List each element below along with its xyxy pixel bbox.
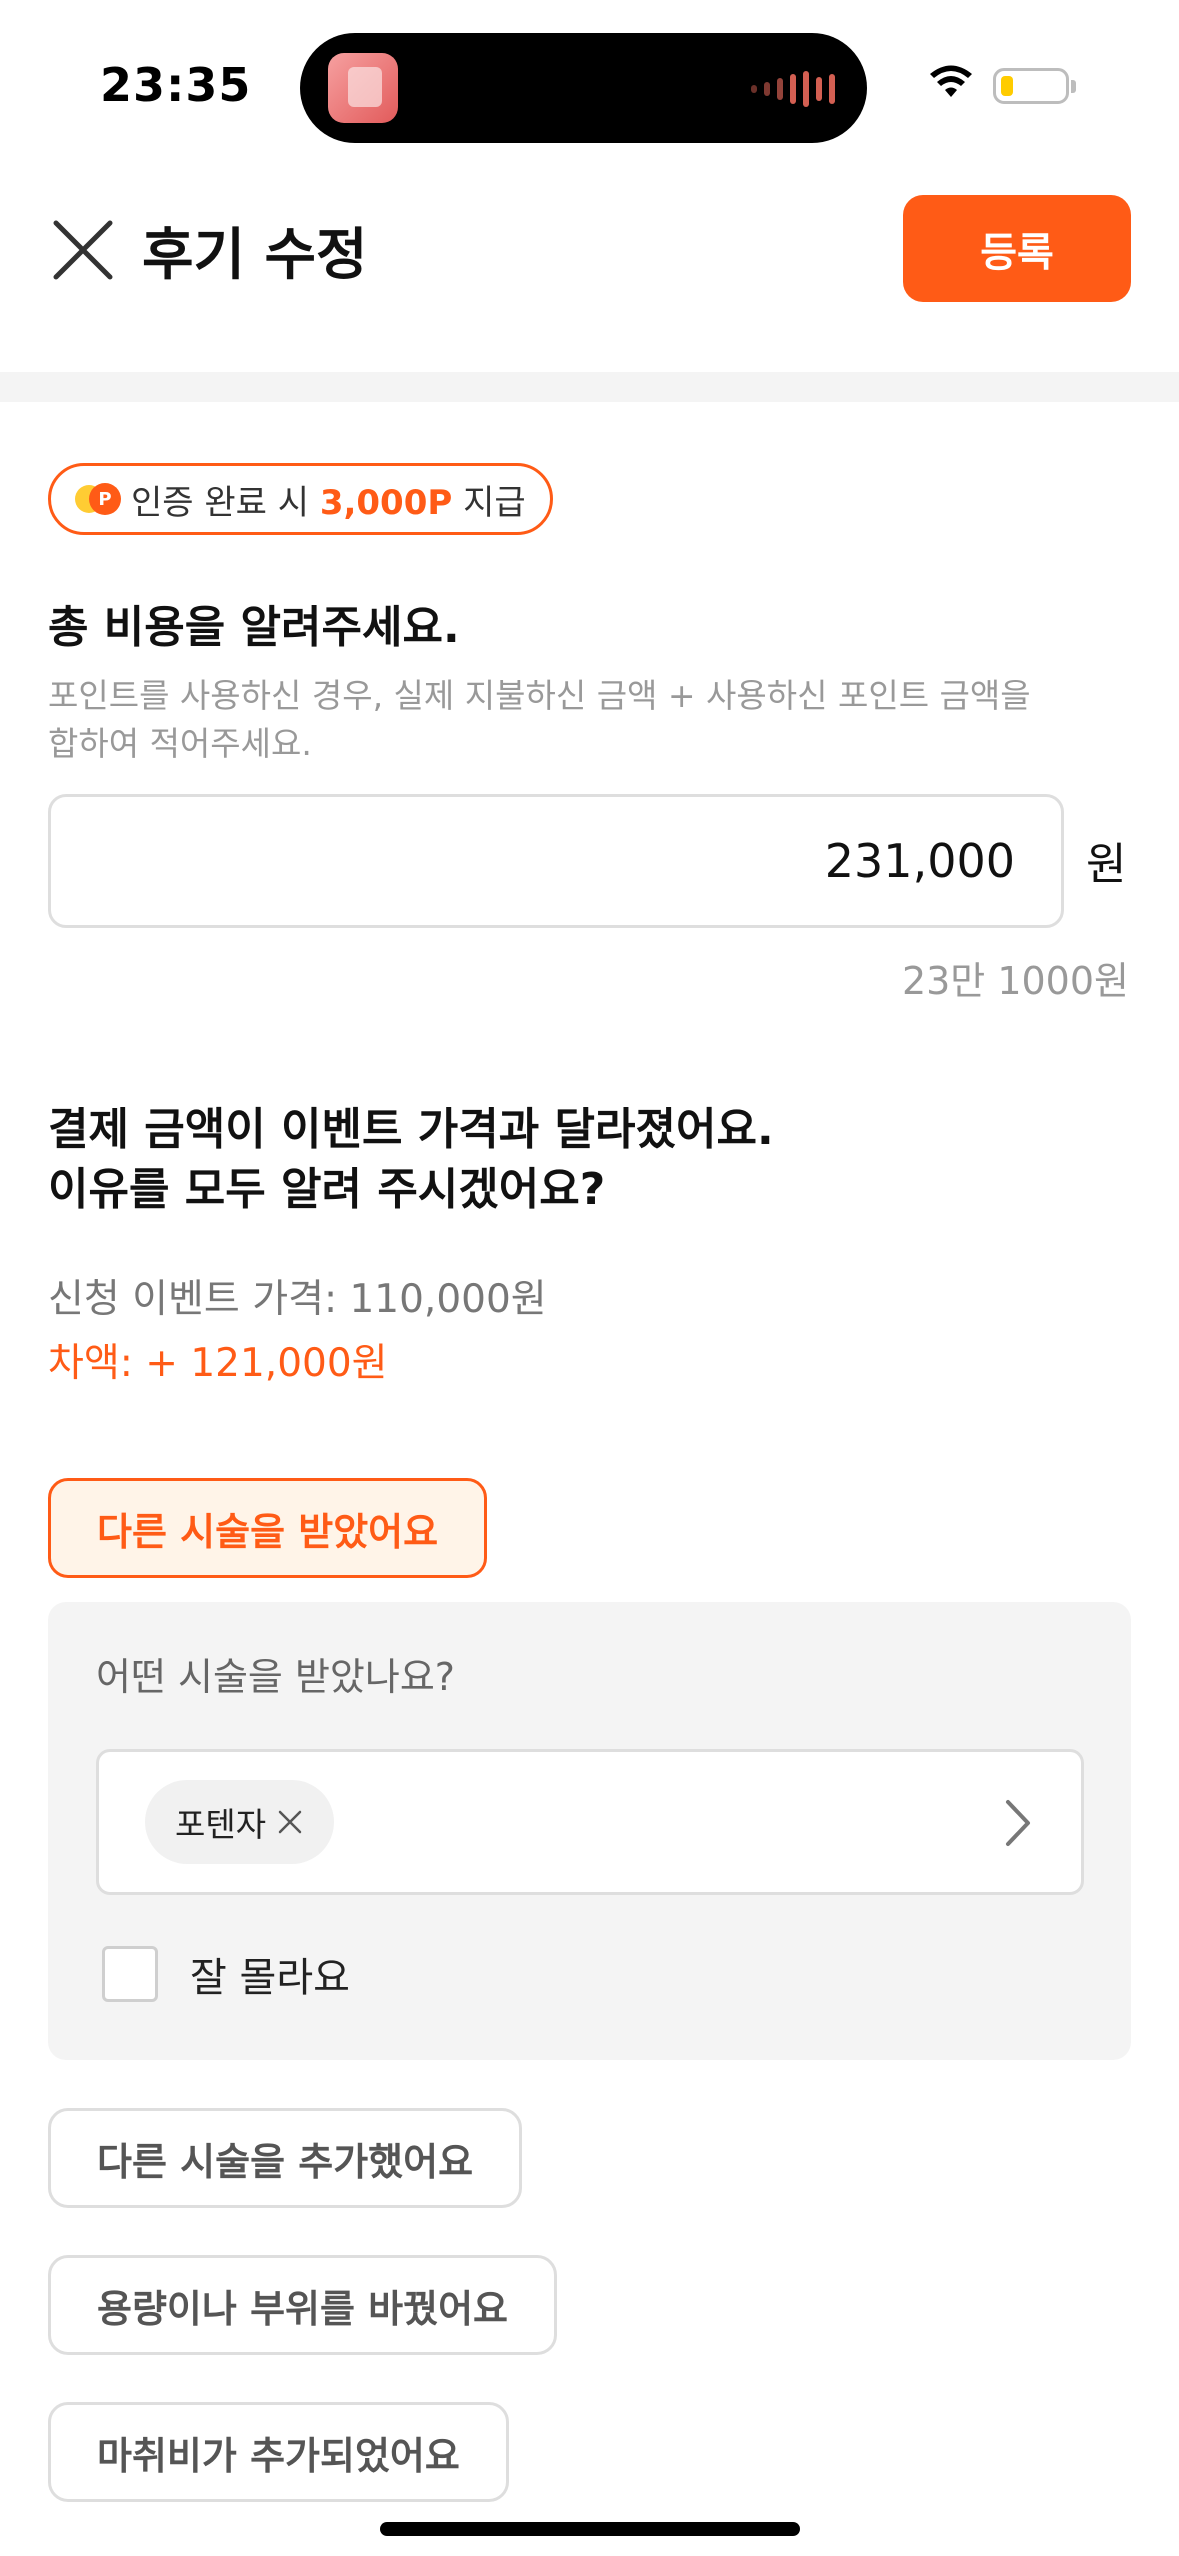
battery-tip: [1071, 80, 1076, 93]
reason-chip-different-procedure[interactable]: 다른 시술을 받았어요: [48, 1478, 488, 1578]
procedure-panel: 어떤 시술을 받았나요? 포텐자 잘 몰라요: [48, 1602, 1131, 2060]
unknown-checkbox-row[interactable]: 잘 몰라요: [102, 1945, 350, 2003]
point-reward-badge: P 인증 완료 시 3,000P 지급: [48, 463, 553, 535]
amount-in-korean: 23만 1000원: [901, 959, 1129, 1003]
remove-tag-icon[interactable]: [276, 1808, 304, 1836]
chevron-right-icon: [1006, 1800, 1030, 1846]
reason-chip-anesthesia-fee[interactable]: 마취비가 추가되었어요: [48, 2402, 509, 2502]
submit-button[interactable]: 등록: [903, 195, 1131, 302]
procedure-question: 어떤 시술을 받았나요?: [96, 1655, 455, 1699]
event-price-text: 신청 이벤트 가격: 110,000원: [48, 1277, 547, 1322]
point-badge-suffix: 지급: [452, 482, 526, 523]
price-diff-title-line2: 이유를 모두 알려 주시겠어요?: [48, 1164, 606, 1215]
dynamic-island[interactable]: [300, 33, 867, 143]
status-bar: 23:35: [0, 0, 1179, 170]
procedure-tag: 포텐자: [145, 1780, 335, 1864]
total-cost-title: 총 비용을 알려주세요.: [48, 602, 460, 653]
price-diff-title-line1: 결제 금액이 이벤트 가격과 달라졌어요.: [48, 1104, 774, 1155]
header: 후기 수정 등록: [0, 170, 1179, 370]
unknown-checkbox[interactable]: [102, 1946, 158, 2002]
price-difference-text: 차액: + 121,000원: [48, 1341, 388, 1386]
battery-level: [1001, 76, 1013, 96]
unknown-checkbox-label: 잘 몰라요: [190, 1955, 350, 2001]
point-amount: 3,000P: [319, 482, 453, 523]
amount-input[interactable]: [215, 797, 1015, 925]
status-time: 23:35: [100, 58, 252, 112]
total-cost-subtitle-line2: 합하여 적어주세요.: [48, 724, 312, 763]
point-badge-prefix: 인증 완료 시: [131, 482, 320, 523]
home-indicator[interactable]: [380, 2522, 800, 2536]
reason-chip-added-procedure[interactable]: 다른 시술을 추가했어요: [48, 2108, 523, 2208]
point-badge-text: 인증 완료 시 3,000P 지급: [131, 475, 526, 524]
audio-wave-icon: [751, 71, 835, 107]
battery-icon: [993, 68, 1069, 104]
procedure-tag-label: 포텐자: [175, 1805, 267, 1844]
reason-chip-changed-dosage[interactable]: 용량이나 부위를 바꿨어요: [48, 2255, 558, 2355]
total-cost-subtitle-line1: 포인트를 사용하신 경우, 실제 지불하신 금액 + 사용하신 포인트 금액을: [48, 676, 1031, 715]
amount-unit: 원: [1086, 839, 1127, 890]
now-playing-thumbnail: [328, 53, 398, 123]
page-title: 후기 수정: [142, 223, 368, 288]
wifi-icon: [930, 65, 972, 97]
amount-field[interactable]: [48, 794, 1064, 928]
close-icon[interactable]: [48, 215, 118, 285]
procedure-select[interactable]: 포텐자: [96, 1749, 1084, 1895]
point-coin-icon: P: [75, 483, 121, 515]
section-divider: [0, 372, 1179, 402]
